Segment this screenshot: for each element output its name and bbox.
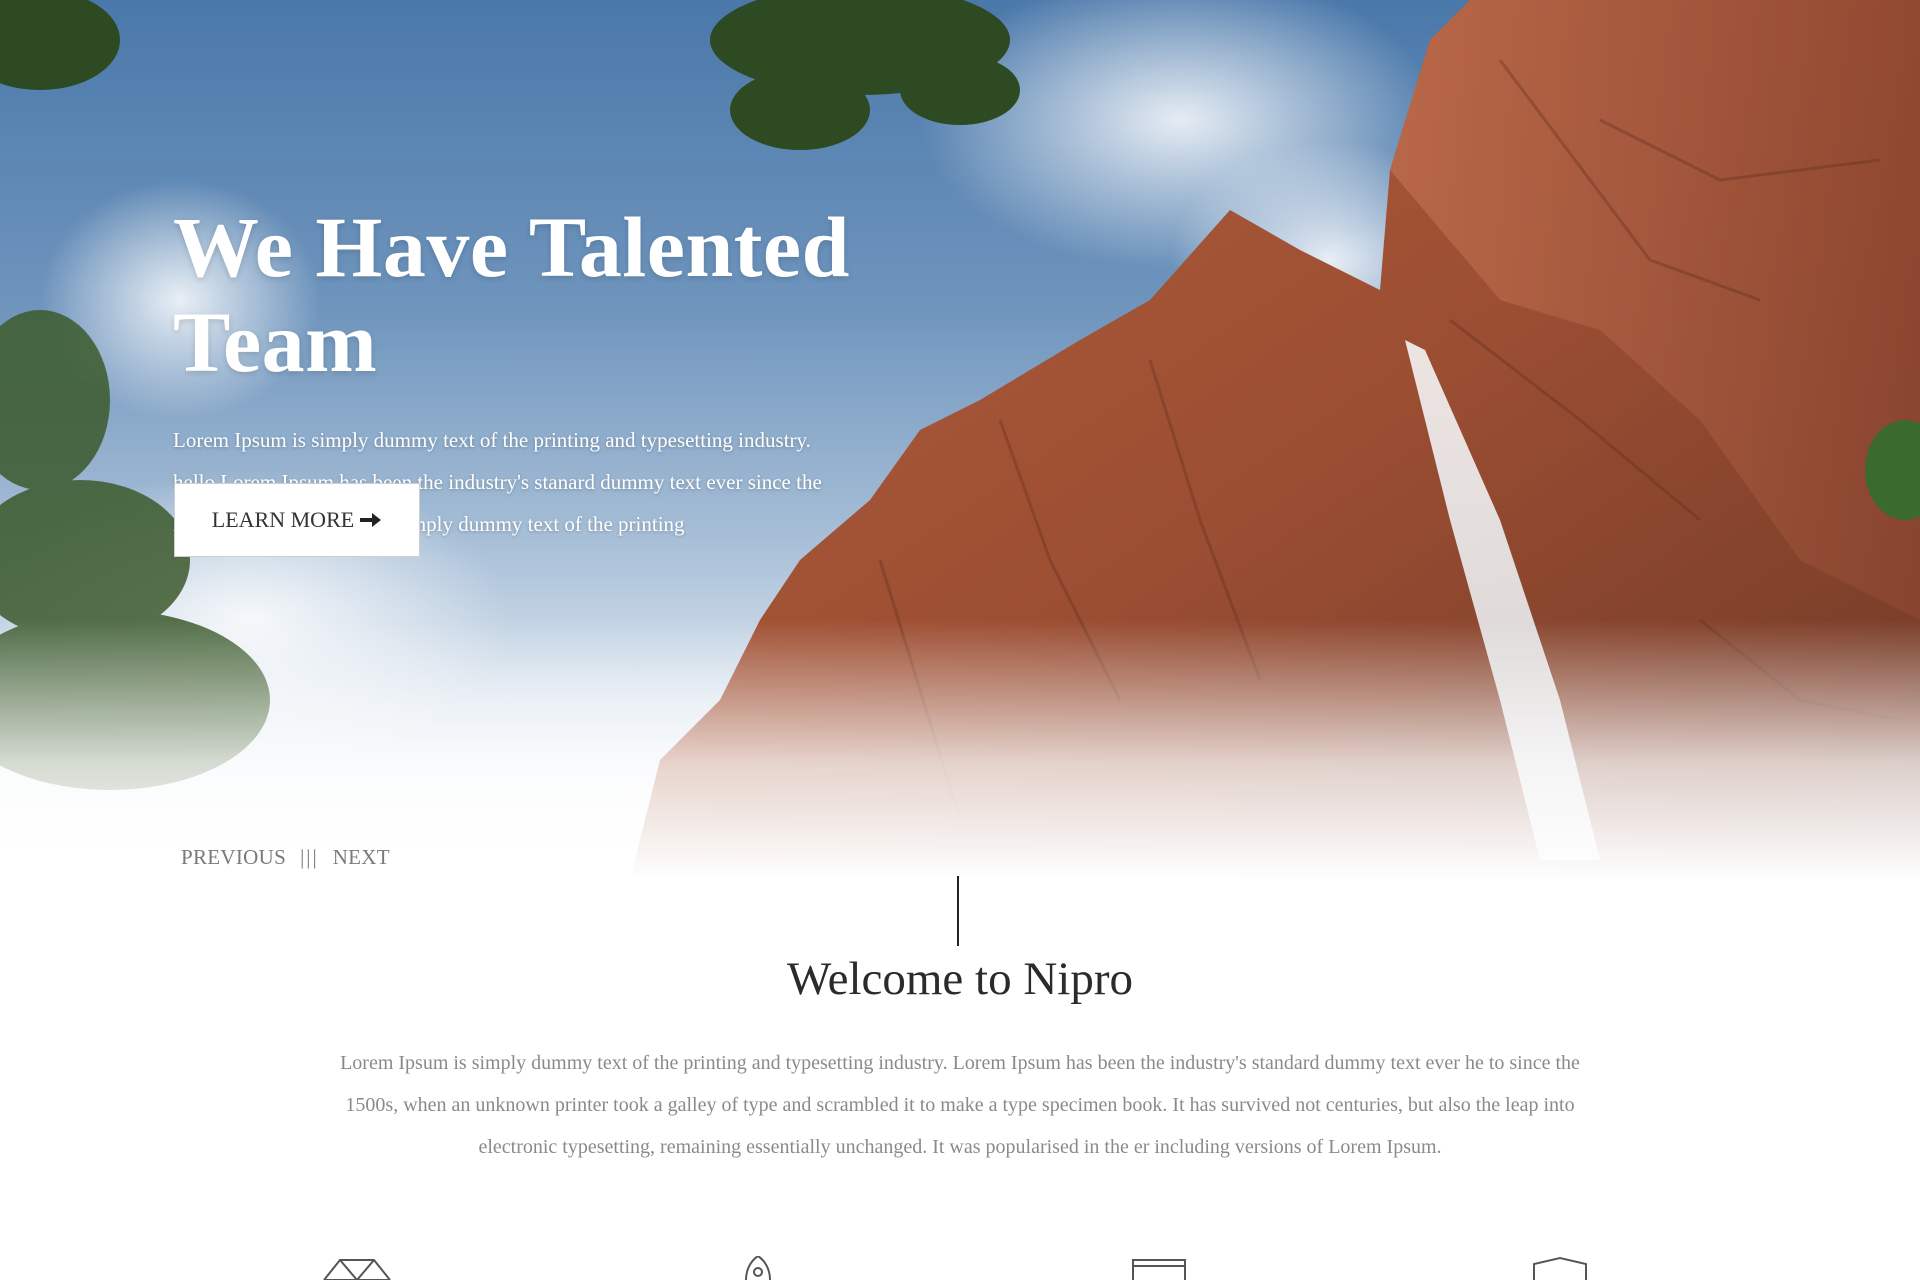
welcome-title: Welcome to Nipro (786, 953, 1133, 1005)
monitor-icon (1132, 1259, 1186, 1280)
welcome-text-line: Lorem Ipsum is simply dummy text of the … (340, 1052, 1580, 1074)
hero-banner: We Have Talented Team Lorem Ipsum is sim… (0, 0, 1920, 880)
slider-nav-separator: ||| (300, 845, 319, 869)
section-divider-line (957, 876, 959, 946)
previous-slide-link[interactable]: PREVIOUS (181, 845, 286, 870)
learn-more-button[interactable]: LEARN MORE (174, 483, 420, 557)
hero-title: We Have Talented Team (173, 199, 850, 390)
rocket-icon (745, 1256, 771, 1280)
welcome-description: Lorem Ipsum is simply dummy text of the … (240, 1042, 1680, 1168)
diamond-icon (323, 1259, 391, 1280)
shield-icon (1533, 1256, 1587, 1280)
welcome-text-line: 1500s, when an unknown printer took a ga… (345, 1094, 1575, 1116)
learn-more-label: LEARN MORE (211, 507, 355, 532)
welcome-text-line: electronic typesetting, remaining essent… (478, 1136, 1442, 1158)
hero-text-line: Lorem Ipsum is simply dummy text of the … (173, 428, 811, 453)
hero-fade-overlay (0, 620, 1920, 880)
slider-navigation: PREVIOUS ||| NEXT (181, 845, 390, 870)
arrow-right-icon (360, 512, 382, 528)
next-slide-link[interactable]: NEXT (333, 845, 390, 870)
